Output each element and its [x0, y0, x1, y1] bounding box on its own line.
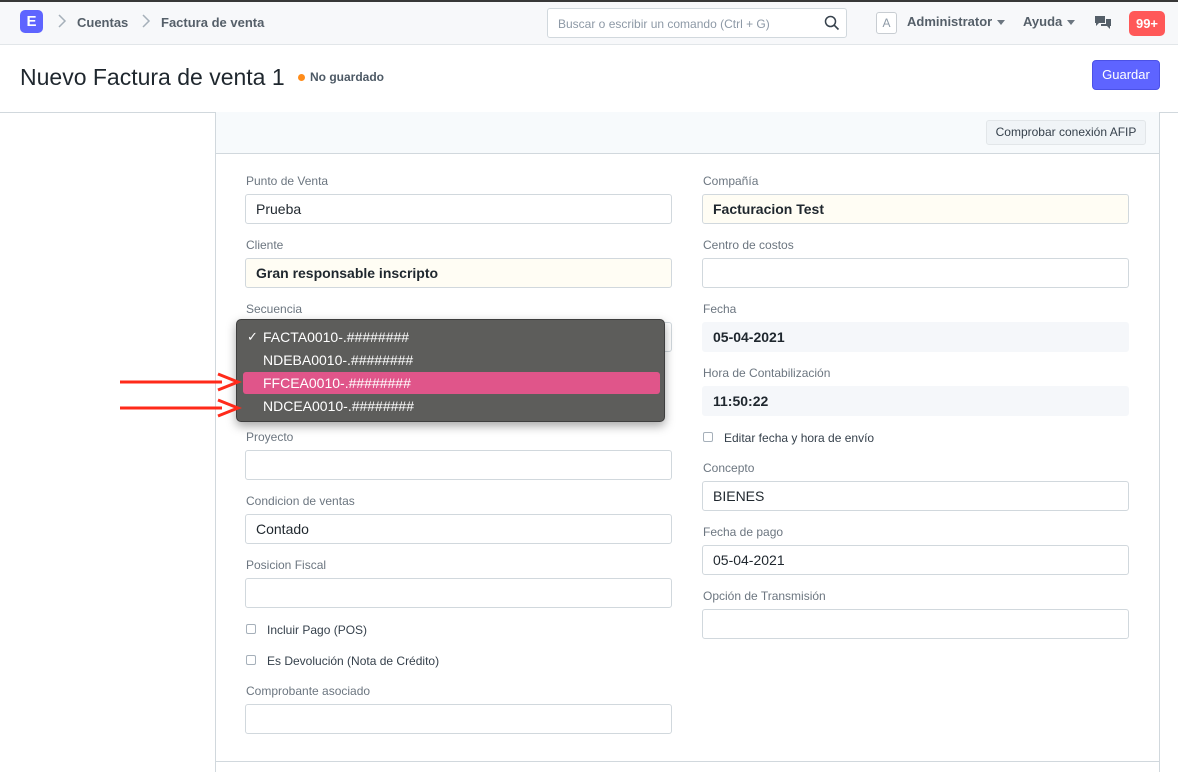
- navbar: E Cuentas Factura de venta Buscar o escr…: [0, 0, 1178, 45]
- user-menu-label: Administrator: [907, 14, 993, 29]
- dropdown-option-ffcea0010[interactable]: FFCEA0010-.########: [243, 372, 660, 394]
- user-menu[interactable]: Administrator: [907, 14, 1006, 29]
- posicion-fiscal-label: Posicion Fiscal: [246, 558, 327, 572]
- dropdown-option-label: FACTA0010-.########: [263, 329, 410, 345]
- compania-label: Compañía: [703, 174, 759, 188]
- check-icon: ✓: [247, 329, 258, 344]
- fecha-pago-label: Fecha de pago: [703, 525, 784, 539]
- dropdown-option-label: NDEBA0010-.########: [263, 352, 414, 368]
- editar-fecha-checkbox[interactable]: [703, 432, 713, 442]
- dropdown-option-facta0010[interactable]: ✓ FACTA0010-.########: [243, 326, 660, 348]
- punto-venta-field[interactable]: Prueba: [245, 194, 672, 224]
- breadcrumb-factura-de-venta[interactable]: Factura de venta: [161, 15, 264, 30]
- comprobante-asociado-field[interactable]: [245, 704, 672, 734]
- check-afip-connection-button[interactable]: Comprobar conexión AFIP: [986, 120, 1146, 145]
- breadcrumb-cuentas[interactable]: Cuentas: [77, 15, 128, 30]
- cliente-label: Cliente: [246, 238, 284, 252]
- editar-fecha-label: Editar fecha y hora de envío: [724, 431, 875, 445]
- punto-venta-label: Punto de Venta: [246, 174, 329, 188]
- annotation-arrow-icon: [120, 372, 242, 392]
- status-dot-icon: [298, 74, 305, 81]
- concepto-select[interactable]: BIENES: [702, 481, 1129, 511]
- annotation-arrow-icon: [120, 398, 242, 418]
- form-toolbar: Comprobar conexión AFIP: [216, 112, 1159, 154]
- incluir-pago-label: Incluir Pago (POS): [267, 623, 368, 637]
- page-title: Nuevo Factura de venta 1: [20, 64, 285, 90]
- dropdown-option-label: NDCEA0010-.########: [263, 398, 414, 414]
- es-devolucion-checkbox[interactable]: [246, 655, 256, 665]
- dropdown-option-ndcea0010[interactable]: NDCEA0010-.########: [243, 395, 660, 417]
- condicion-ventas-label: Condicion de ventas: [246, 494, 355, 508]
- opcion-transmision-field[interactable]: [702, 609, 1129, 639]
- help-menu-label: Ayuda: [1023, 14, 1063, 29]
- centro-costos-label: Centro de costos: [703, 238, 794, 252]
- fecha-field: 05-04-2021: [702, 322, 1129, 352]
- es-devolucion-label: Es Devolución (Nota de Crédito): [267, 654, 440, 668]
- fecha-pago-field[interactable]: 05-04-2021: [702, 545, 1129, 575]
- condicion-ventas-field[interactable]: Contado: [245, 514, 672, 544]
- search-icon[interactable]: [824, 15, 840, 31]
- dropdown-option-ndeba0010[interactable]: NDEBA0010-.########: [243, 349, 660, 371]
- notifications-badge[interactable]: 99+: [1129, 11, 1165, 36]
- proyecto-label: Proyecto: [246, 430, 294, 444]
- comprobante-asociado-label: Comprobante asociado: [246, 684, 371, 698]
- secuencia-dropdown-menu: ✓ FACTA0010-.######## NDEBA0010-.#######…: [236, 319, 665, 422]
- chevron-right-icon: [58, 14, 67, 28]
- compania-field[interactable]: Facturacion Test: [702, 194, 1129, 224]
- avatar[interactable]: A: [876, 12, 897, 34]
- chevron-right-icon: [142, 14, 151, 28]
- chat-icon[interactable]: [1094, 15, 1112, 31]
- hora-contabilizacion-field: 11:50:22: [702, 386, 1129, 416]
- app-logo[interactable]: E: [20, 10, 43, 33]
- status-indicator: No guardado: [310, 70, 384, 84]
- hora-contabilizacion-label: Hora de Contabilización: [703, 366, 831, 380]
- proyecto-field[interactable]: [245, 450, 672, 480]
- fecha-label: Fecha: [703, 302, 737, 316]
- search-placeholder: Buscar o escribir un comando (Ctrl + G): [558, 17, 770, 31]
- opcion-transmision-label: Opción de Transmisión: [703, 589, 826, 603]
- centro-costos-field[interactable]: [702, 258, 1129, 288]
- posicion-fiscal-field[interactable]: [245, 578, 672, 608]
- concepto-label: Concepto: [703, 461, 755, 475]
- help-menu[interactable]: Ayuda: [1023, 14, 1076, 29]
- card-bottom-border: [215, 761, 1160, 762]
- caret-down-icon: [997, 20, 1006, 26]
- cliente-field[interactable]: Gran responsable inscripto: [245, 258, 672, 288]
- search-input[interactable]: Buscar o escribir un comando (Ctrl + G): [547, 8, 847, 38]
- secuencia-label: Secuencia: [246, 302, 303, 316]
- incluir-pago-checkbox[interactable]: [246, 624, 256, 634]
- caret-down-icon: [1067, 20, 1076, 26]
- dropdown-option-label: FFCEA0010-.########: [263, 375, 411, 391]
- save-button[interactable]: Guardar: [1092, 60, 1160, 90]
